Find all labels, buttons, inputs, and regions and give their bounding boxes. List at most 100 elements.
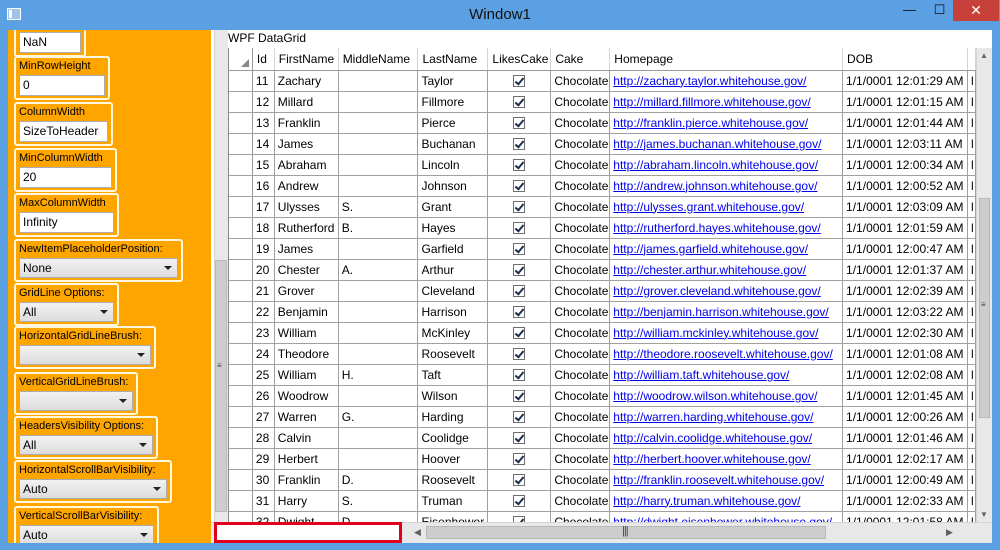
- table-cell[interactable]: 1/1/0001 12:03:11 AM: [842, 133, 968, 155]
- table-cell[interactable]: [338, 322, 419, 344]
- table-cell[interactable]: Abraham: [274, 154, 339, 176]
- table-cell[interactable]: Chocolate: [550, 301, 611, 323]
- row-header[interactable]: [229, 385, 253, 407]
- likes-cake-checkbox[interactable]: [513, 96, 526, 109]
- table-cell[interactable]: 11: [252, 70, 275, 92]
- likes-cake-checkbox[interactable]: [513, 75, 526, 88]
- likes-cake-checkbox[interactable]: [513, 348, 526, 361]
- table-cell[interactable]: [487, 301, 552, 323]
- likes-cake-checkbox[interactable]: [513, 432, 526, 445]
- table-row[interactable]: 25 William H. Taft Chocolate http://william.t…: [229, 364, 976, 386]
- setting-dropdown[interactable]: All: [19, 302, 114, 322]
- table-cell[interactable]: [487, 280, 552, 302]
- table-cell[interactable]: Franklin: [274, 112, 339, 134]
- table-cell[interactable]: [338, 154, 419, 176]
- table-cell[interactable]: [338, 175, 419, 197]
- table-cell[interactable]: 1/1/0001 12:01:37 AM: [842, 259, 968, 281]
- table-cell[interactable]: 1/1/0001 12:02:30 AM: [842, 322, 968, 344]
- table-cell[interactable]: Hayes: [417, 217, 489, 239]
- likes-cake-checkbox[interactable]: [513, 159, 526, 172]
- table-cell[interactable]: 1/1/0001 12:01:08 AM: [842, 343, 968, 365]
- row-header[interactable]: [229, 154, 253, 176]
- table-cell[interactable]: http://benjamin.harrison.whitehouse.gov/: [609, 301, 844, 323]
- table-cell[interactable]: http://james.garfield.whitehouse.gov/: [609, 238, 844, 260]
- table-cell[interactable]: l: [967, 70, 976, 92]
- table-cell[interactable]: [487, 448, 552, 470]
- table-cell[interactable]: [338, 91, 419, 113]
- setting-textbox[interactable]: SizeToHeader: [19, 121, 108, 142]
- table-cell[interactable]: 1/1/0001 12:02:17 AM: [842, 448, 968, 470]
- table-cell[interactable]: l: [967, 259, 976, 281]
- setting-dropdown[interactable]: All: [19, 435, 153, 455]
- table-cell[interactable]: http://harry.truman.whitehouse.gov/: [609, 490, 844, 512]
- table-row[interactable]: 18 Rutherford B. Hayes Chocolate http://ruthe…: [229, 217, 976, 239]
- table-cell[interactable]: [487, 259, 552, 281]
- likes-cake-checkbox[interactable]: [513, 411, 526, 424]
- column-header[interactable]: Cake: [550, 48, 611, 71]
- table-cell[interactable]: [338, 112, 419, 134]
- column-header[interactable]: DOB: [842, 48, 968, 71]
- table-cell[interactable]: [487, 91, 552, 113]
- table-cell[interactable]: 1/1/0001 12:00:47 AM: [842, 238, 968, 260]
- likes-cake-checkbox[interactable]: [513, 369, 526, 382]
- setting-dropdown[interactable]: Auto: [19, 525, 154, 543]
- table-cell[interactable]: [487, 217, 552, 239]
- row-header[interactable]: [229, 112, 253, 134]
- likes-cake-checkbox[interactable]: [513, 474, 526, 487]
- table-cell[interactable]: 1/1/0001 12:03:09 AM: [842, 196, 968, 218]
- likes-cake-checkbox[interactable]: [513, 243, 526, 256]
- table-cell[interactable]: 1/1/0001 12:00:49 AM: [842, 469, 968, 491]
- table-row[interactable]: 28 Calvin Coolidge Chocolate http://calvin.c…: [229, 427, 976, 449]
- setting-textbox[interactable]: NaN: [19, 32, 81, 53]
- scrollbar-thumb[interactable]: [215, 260, 227, 512]
- close-button[interactable]: ✕: [953, 0, 999, 21]
- table-cell[interactable]: [487, 238, 552, 260]
- table-cell[interactable]: [338, 280, 419, 302]
- table-cell[interactable]: [487, 427, 552, 449]
- table-cell[interactable]: Chocolate: [550, 217, 611, 239]
- table-cell[interactable]: [487, 322, 552, 344]
- table-cell[interactable]: http://andrew.johnson.whitehouse.gov/: [609, 175, 844, 197]
- row-header[interactable]: [229, 406, 253, 428]
- table-row[interactable]: 14 James Buchanan Chocolate http://james.buc…: [229, 133, 976, 155]
- table-cell[interactable]: Chocolate: [550, 469, 611, 491]
- column-header[interactable]: Id: [252, 48, 275, 71]
- table-cell[interactable]: Grover: [274, 280, 339, 302]
- table-cell[interactable]: 16: [252, 175, 275, 197]
- scroll-right-arrow-icon[interactable]: ▶: [946, 527, 953, 538]
- table-cell[interactable]: [487, 196, 552, 218]
- table-cell[interactable]: http://millard.fillmore.whitehouse.gov/: [609, 91, 844, 113]
- table-cell[interactable]: Chocolate: [550, 448, 611, 470]
- setting-textbox[interactable]: 0: [19, 75, 105, 96]
- table-cell[interactable]: http://rutherford.hayes.whitehouse.gov/: [609, 217, 844, 239]
- table-cell[interactable]: l: [967, 490, 976, 512]
- table-cell[interactable]: 14: [252, 133, 275, 155]
- table-cell[interactable]: [487, 385, 552, 407]
- table-cell[interactable]: 18: [252, 217, 275, 239]
- table-cell[interactable]: McKinley: [417, 322, 489, 344]
- table-row[interactable]: 15 Abraham Lincoln Chocolate http://abraham.…: [229, 154, 976, 176]
- column-header[interactable]: FirstName: [274, 48, 339, 71]
- scroll-up-arrow-icon[interactable]: ▲: [980, 51, 988, 60]
- table-cell[interactable]: Eisenhower: [417, 511, 489, 522]
- likes-cake-checkbox[interactable]: [513, 327, 526, 340]
- table-cell[interactable]: Taft: [417, 364, 489, 386]
- title-bar[interactable]: Window1 — ☐ ✕: [0, 0, 1000, 30]
- row-header[interactable]: [229, 70, 253, 92]
- table-cell[interactable]: Grant: [417, 196, 489, 218]
- table-cell[interactable]: Chocolate: [550, 427, 611, 449]
- table-cell[interactable]: Chester: [274, 259, 339, 281]
- table-cell[interactable]: [487, 175, 552, 197]
- table-cell[interactable]: l: [967, 154, 976, 176]
- table-row[interactable]: 13 Franklin Pierce Chocolate http://franklin…: [229, 112, 976, 134]
- table-cell[interactable]: 1/1/0001 12:00:52 AM: [842, 175, 968, 197]
- table-cell[interactable]: http://woodrow.wilson.whitehouse.gov/: [609, 385, 844, 407]
- dropdown-arrow-icon[interactable]: [100, 310, 108, 314]
- table-cell[interactable]: l: [967, 175, 976, 197]
- datagrid[interactable]: Id FirstName MiddleName LastName LikesCake Ca…: [228, 48, 976, 522]
- table-row[interactable]: 31 Harry S. Truman Chocolate http://harry.tru…: [229, 490, 976, 512]
- table-cell[interactable]: James: [274, 133, 339, 155]
- maximize-button[interactable]: ☐: [926, 0, 953, 21]
- row-header[interactable]: [229, 490, 253, 512]
- table-cell[interactable]: 31: [252, 490, 275, 512]
